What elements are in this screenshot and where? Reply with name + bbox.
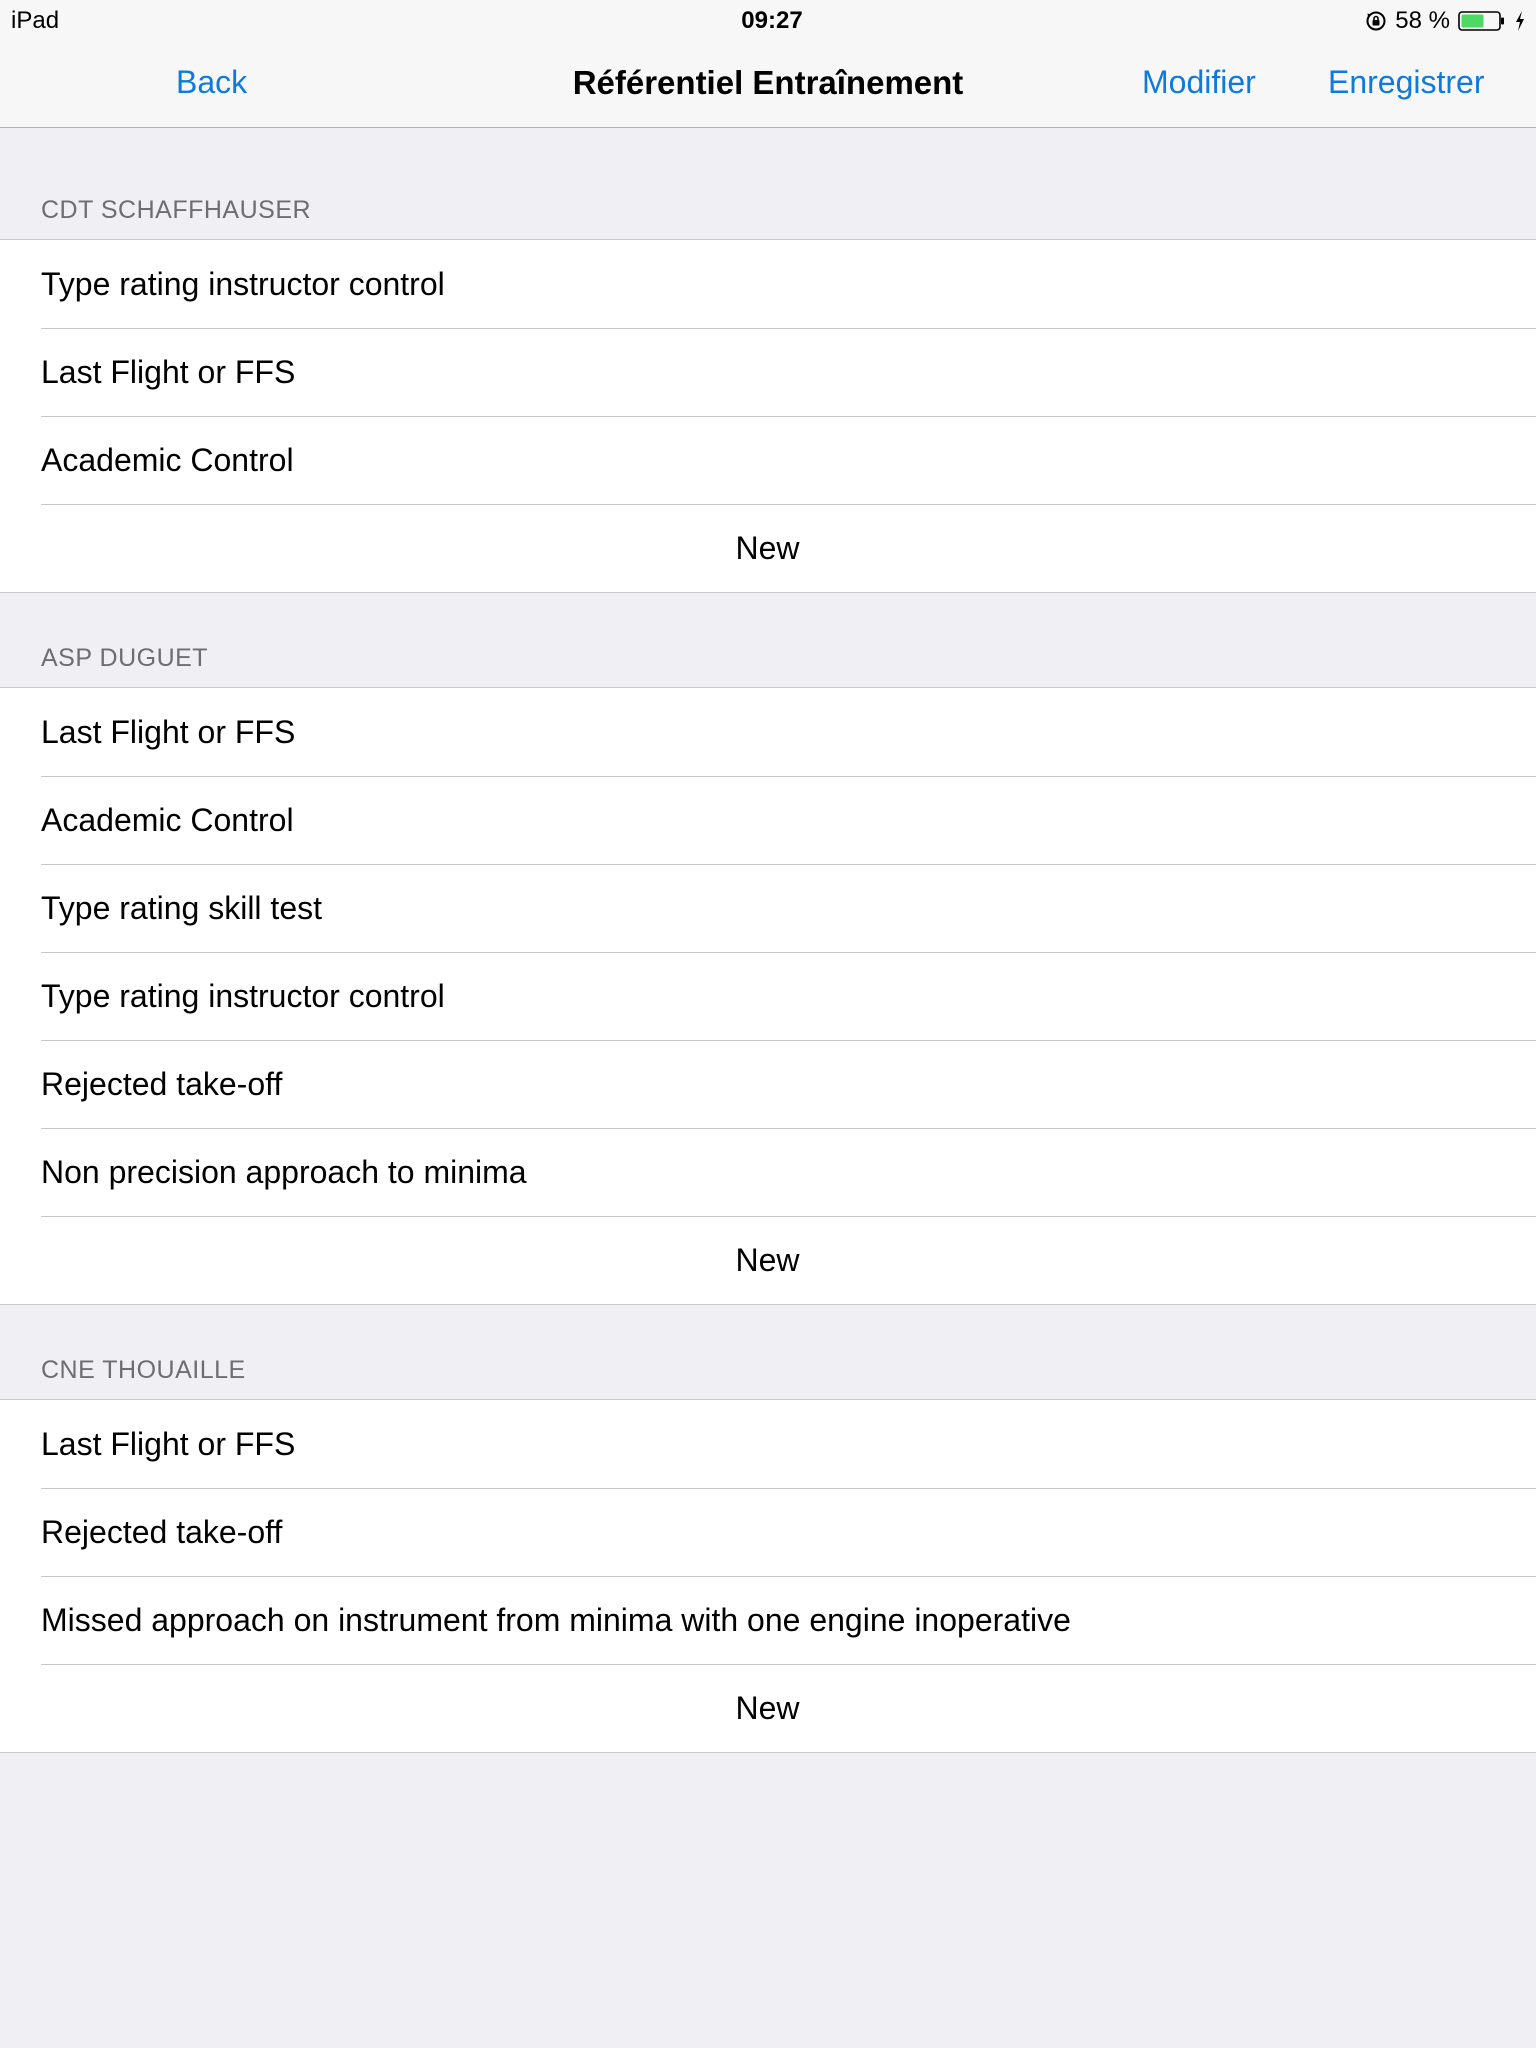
rotation-lock-icon [1366,11,1386,31]
section-header: ASP DUGUET [41,644,209,672]
list-item[interactable]: Type rating skill test [0,864,1536,952]
status-bar: iPad 09:27 58 % [0,0,1536,40]
status-time: 09:27 [741,7,803,34]
new-item-label: New [735,1242,800,1278]
new-item-label: New [735,530,800,566]
list-item[interactable]: Last Flight or FFS [0,328,1536,416]
new-item-button[interactable]: New [0,504,1536,592]
charging-bolt-icon [1516,11,1524,31]
page-title: Référentiel Entraînement [572,64,964,101]
list-item[interactable]: Academic Control [0,776,1536,864]
new-item-button[interactable]: New [0,1216,1536,1304]
list-item[interactable]: Type rating instructor control [0,952,1536,1040]
section-group: Type rating instructor control Last Flig… [0,239,1536,593]
battery-icon [1458,11,1504,31]
section-header: CNE THOUAILLE [41,1356,246,1384]
edit-button[interactable]: Modifier [1142,64,1256,101]
list-item[interactable]: Type rating instructor control [0,240,1536,328]
new-item-button[interactable]: New [0,1664,1536,1752]
battery-percent: 58 % [1395,7,1450,34]
list-item[interactable]: Last Flight or FFS [0,1400,1536,1488]
new-item-label: New [735,1690,800,1726]
section-group: Last Flight or FFS Academic Control Type… [0,687,1536,1305]
section-group: Last Flight or FFS Rejected take-off Mis… [0,1399,1536,1753]
list-item[interactable]: Rejected take-off [0,1040,1536,1128]
list-item[interactable]: Missed approach on instrument from minim… [0,1576,1536,1664]
list-item[interactable]: Academic Control [0,416,1536,504]
list-item[interactable]: Rejected take-off [0,1488,1536,1576]
save-button[interactable]: Enregistrer [1328,64,1485,101]
list-item[interactable]: Non precision approach to minima [0,1128,1536,1216]
list-item[interactable]: Last Flight or FFS [0,688,1536,776]
status-right: 58 % [1365,7,1526,35]
navigation-bar: Back Référentiel Entraînement Modifier E… [0,40,1536,128]
section-header: CDT SCHAFFHAUSER [41,196,312,224]
